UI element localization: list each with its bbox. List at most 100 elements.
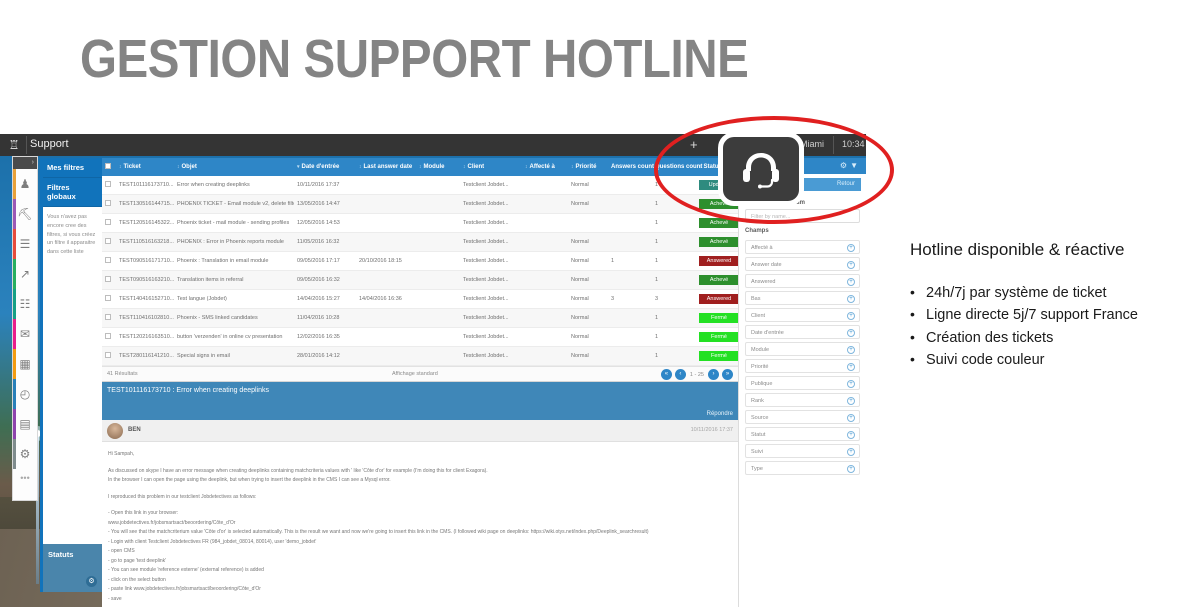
cell-last_answer: 20/10/2016 18:15 [356, 251, 416, 271]
plus-circle-icon[interactable]: + [847, 312, 855, 320]
cell-last_answer [356, 346, 416, 366]
criteria-field[interactable]: Type + [745, 461, 860, 475]
plus-circle-icon[interactable]: + [847, 465, 855, 473]
criteria-field[interactable]: Statut + [745, 427, 860, 441]
column-header-objet[interactable]: ↕ Objet [174, 158, 294, 176]
first-page-button[interactable]: « [660, 369, 672, 380]
criteria-field[interactable]: Affecté à + [745, 240, 860, 254]
rail-item-campaigns[interactable]: ☷ [13, 289, 37, 319]
cell-date_entree: 12/05/2016 14:53 [294, 213, 356, 233]
criteria-field-label: Source [751, 415, 769, 421]
table-row[interactable]: TEST101116173710... Error when creating d… [102, 176, 744, 195]
plus-circle-icon[interactable]: + [847, 278, 855, 286]
cell-module [416, 289, 460, 309]
column-header-ticket[interactable]: ↕ Ticket [116, 158, 174, 176]
plus-circle-icon[interactable]: + [847, 295, 855, 303]
rail-item-documents[interactable]: ☰ [13, 229, 37, 259]
row-checkbox[interactable] [105, 257, 111, 263]
sort-icon: ↕ [571, 164, 574, 170]
row-checkbox[interactable] [105, 276, 111, 282]
row-checkbox[interactable] [105, 200, 111, 206]
criteria-field[interactable]: Priorité + [745, 359, 860, 373]
rail-item-contacts[interactable]: ♟ [13, 169, 37, 199]
prev-page-button[interactable]: ‹ [674, 369, 686, 380]
last-page-button[interactable]: » [722, 369, 733, 380]
rail-item-calendar[interactable]: ▦ [13, 349, 37, 379]
cell-module [416, 327, 460, 347]
rail-item-time[interactable]: ◴ [13, 379, 37, 409]
cell-client: Testclient Jobdet... [460, 194, 522, 214]
column-header-priorite[interactable]: ↕ Priorité [568, 158, 608, 176]
table-row[interactable]: TEST130516144715... PHOENIX TICKET - Emai… [102, 194, 744, 214]
view-mode-label[interactable]: Affichage standard [392, 371, 438, 377]
criteria-field[interactable]: Rank + [745, 393, 860, 407]
plus-circle-icon[interactable]: + [847, 414, 855, 422]
row-checkbox[interactable] [105, 333, 111, 339]
criteria-field[interactable]: Publique + [745, 376, 860, 390]
settings-icon: ⚙ [19, 447, 31, 461]
chevron-right-icon[interactable]: › [13, 157, 37, 169]
row-checkbox[interactable] [105, 295, 111, 301]
criteria-field[interactable]: Bas + [745, 291, 860, 305]
statuts-panel[interactable]: Statuts ⚙ [43, 544, 102, 592]
gear-icon[interactable]: ⚙ [86, 576, 97, 587]
table-row[interactable]: TEST090516163210... Translation items in … [102, 270, 744, 290]
rail-item-reports[interactable]: ↗ [13, 259, 37, 289]
criteria-field[interactable]: Suivi + [745, 444, 860, 458]
plus-circle-icon[interactable]: + [847, 244, 855, 252]
table-row[interactable]: TEST120516145322... Phoenix ticket - mail… [102, 213, 744, 233]
message-date: 10/11/2016 17:37 [690, 427, 733, 433]
plus-circle-icon[interactable]: + [847, 431, 855, 439]
row-checkbox[interactable] [105, 181, 111, 187]
cell-objet: PHOENIX TICKET - Email module v2, delete… [174, 194, 294, 214]
column-header-affecte[interactable]: ↕ Affecté à [522, 158, 568, 176]
cell-statut: Answered [696, 289, 744, 309]
criteria-field[interactable]: Answer date + [745, 257, 860, 271]
table-row[interactable]: TEST090516171710... Phoenix : Translation… [102, 251, 744, 271]
message-header: BEN 10/11/2016 17:37 [102, 420, 738, 442]
my-filters-header[interactable]: Mes filtres [43, 158, 102, 178]
app-logo-icon[interactable]: ♖ [4, 137, 24, 153]
column-header-last_answer[interactable]: ↕ Last answer date [356, 158, 416, 176]
criteria-field[interactable]: Date d'entrée + [745, 325, 860, 339]
criteria-field[interactable]: Source + [745, 410, 860, 424]
table-row[interactable]: TEST110516163218... PHOENIX : Error in Ph… [102, 232, 744, 252]
select-all-checkbox[interactable] [105, 163, 111, 169]
message-line: www.jobdetectives.fr/jobsmartsact/beoord… [108, 519, 236, 526]
table-row[interactable]: TEST140416152710... Test langue (Jobdet) 1… [102, 289, 744, 309]
plus-circle-icon[interactable]: + [847, 346, 855, 354]
cell-client: Testclient Jobdet... [460, 327, 522, 347]
table-row[interactable]: TEST110416102810... Phoenix - SMS linked … [102, 308, 744, 328]
rail-more-icon[interactable]: ••• [13, 469, 37, 487]
status-badge: Fermé [699, 332, 739, 342]
rail-item-settings[interactable]: ⚙ [13, 439, 37, 469]
rail-item-jobs[interactable]: ⛏ [13, 199, 37, 229]
row-checkbox[interactable] [105, 238, 111, 244]
row-checkbox[interactable] [105, 314, 111, 320]
plus-circle-icon[interactable]: + [847, 380, 855, 388]
reply-button[interactable]: Répondre [707, 411, 733, 417]
rail-item-billing[interactable]: ▤ [13, 409, 37, 439]
plus-circle-icon[interactable]: + [847, 261, 855, 269]
copy-bullet: Création des tickets [910, 327, 1180, 349]
plus-circle-icon[interactable]: + [847, 329, 855, 337]
icon-rail: › ♟ ⛏ ☰ ↗ ☷ ✉ ▦ ◴ ▤ ⚙ ••• [12, 156, 38, 501]
criteria-field[interactable]: Module + [745, 342, 860, 356]
column-header-module[interactable]: ↕ Module [416, 158, 460, 176]
column-header-client[interactable]: ↕ Client [460, 158, 522, 176]
global-filters-header[interactable]: Filtres globaux [43, 178, 102, 207]
plus-circle-icon[interactable]: + [847, 363, 855, 371]
table-row[interactable]: TEST280116141210... Special signs in emai… [102, 346, 744, 366]
cell-objet: Phoenix ticket - mail module - sending p… [174, 213, 294, 233]
row-checkbox[interactable] [105, 352, 111, 358]
row-checkbox[interactable] [105, 219, 111, 225]
rail-item-mail[interactable]: ✉ [13, 319, 37, 349]
next-page-button[interactable]: › [708, 369, 719, 380]
table-row[interactable]: TEST120216163510... button 'verzenden' in… [102, 327, 744, 347]
cell-affecte [522, 251, 568, 271]
column-header-date_entree[interactable]: ▾ Date d'entrée [294, 158, 356, 176]
plus-circle-icon[interactable]: + [847, 397, 855, 405]
criteria-field[interactable]: Client + [745, 308, 860, 322]
criteria-field[interactable]: Answered + [745, 274, 860, 288]
plus-circle-icon[interactable]: + [847, 448, 855, 456]
